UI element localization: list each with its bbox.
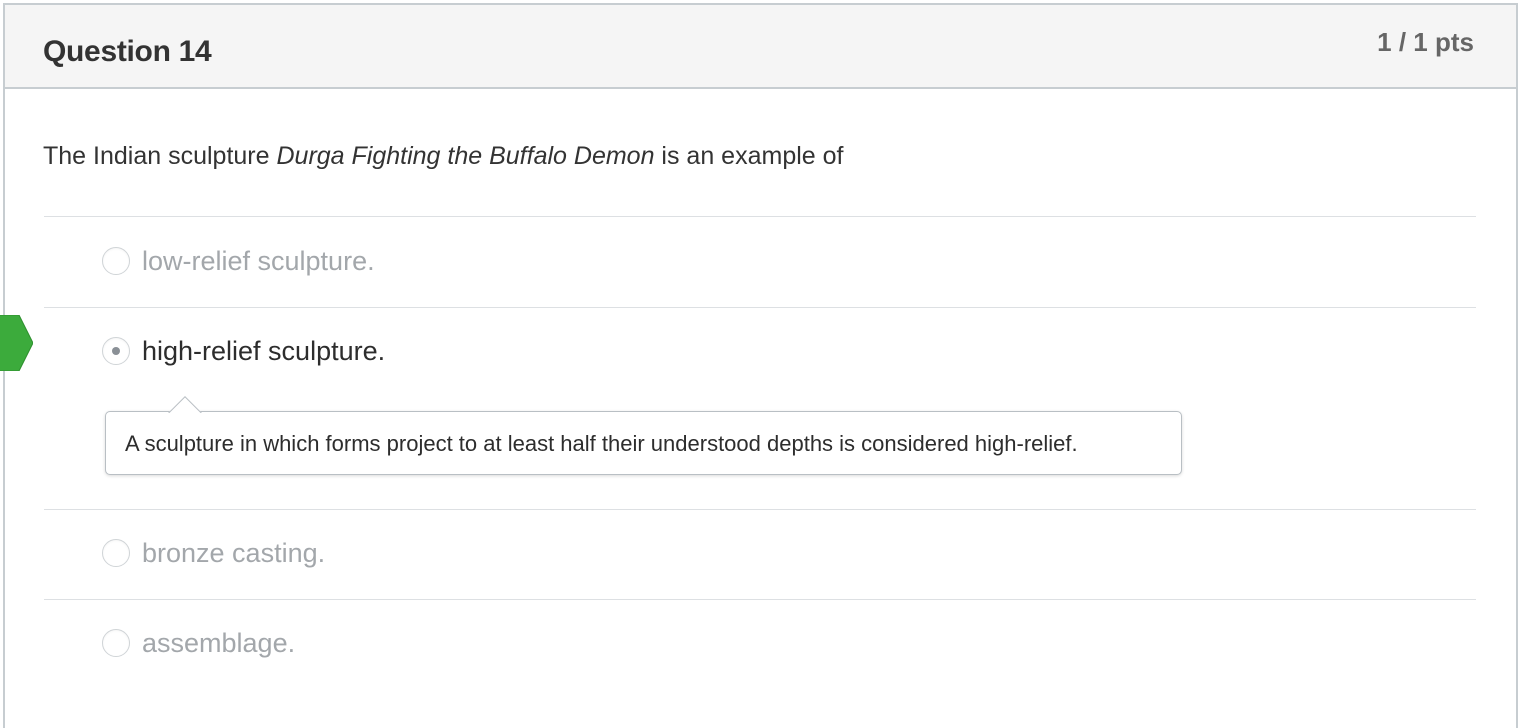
divider	[44, 216, 1476, 217]
divider	[44, 307, 1476, 308]
question-text-before: The Indian sculpture	[43, 142, 277, 170]
answer-option-1[interactable]: low-relief sculpture.	[102, 246, 375, 276]
question-text: The Indian sculpture Durga Fighting the …	[43, 142, 843, 171]
answer-option-2[interactable]: high-relief sculpture.	[102, 336, 385, 366]
radio-button-icon[interactable]	[102, 539, 130, 567]
radio-button-icon[interactable]	[102, 247, 130, 275]
question-title: Question 14	[43, 35, 212, 68]
feedback-text: A sculpture in which forms project to at…	[125, 431, 1078, 456]
answer-option-4[interactable]: assemblage.	[102, 628, 295, 658]
question-text-after: is an example of	[654, 142, 844, 170]
question-points: 1 / 1 pts	[1377, 27, 1474, 57]
answer-option-3[interactable]: bronze casting.	[102, 538, 325, 568]
correct-answer-arrow-icon	[0, 315, 33, 371]
answer-feedback-box: A sculpture in which forms project to at…	[105, 411, 1182, 475]
question-card: Question 14 1 / 1 pts The Indian sculptu…	[3, 3, 1518, 728]
answer-label: high-relief sculpture.	[142, 335, 386, 366]
radio-button-selected-icon[interactable]	[102, 337, 130, 365]
answer-label: assemblage.	[142, 627, 296, 658]
answer-label: bronze casting.	[142, 537, 326, 568]
feedback-pointer	[168, 396, 202, 413]
answer-label: low-relief sculpture.	[142, 245, 375, 276]
divider	[44, 509, 1476, 510]
divider	[44, 599, 1476, 600]
radio-button-icon[interactable]	[102, 629, 130, 657]
question-header: Question 14 1 / 1 pts	[5, 5, 1516, 89]
question-text-italic: Durga Fighting the Buffalo Demon	[276, 142, 655, 170]
